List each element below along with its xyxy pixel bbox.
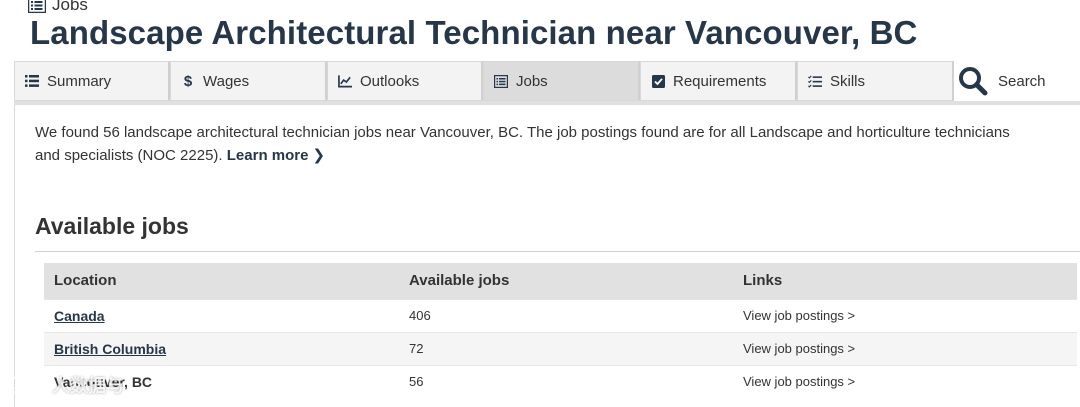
search-icon (958, 66, 988, 96)
learn-more-label: Learn more (226, 147, 309, 164)
table-row: Vancouver, BC 56 View job postings > (44, 364, 1077, 398)
available-jobs-count: 406 (399, 298, 733, 332)
search-label: Search (998, 72, 1046, 90)
breadcrumb: Jobs (28, 0, 88, 15)
tab-outlooks[interactable]: Outlooks (327, 61, 483, 101)
table-row: British Columbia 72 View job postings > (44, 331, 1077, 365)
tab-label: Requirements (673, 72, 767, 90)
table-row: Canada 406 View job postings > (44, 298, 1077, 332)
location-cell: Canada (44, 298, 399, 332)
list-icon (28, 0, 46, 13)
available-jobs-count: 56 (399, 364, 733, 398)
line-chart-icon (338, 74, 352, 88)
tab-label: Summary (47, 72, 112, 90)
column-header-available-jobs: Available jobs (399, 263, 733, 299)
tab-label: Skills (830, 72, 866, 90)
jobs-panel: We found 56 landscape architectural tech… (14, 105, 1080, 407)
location-link-canada[interactable]: Canada (54, 308, 105, 324)
links-cell: View job postings > (733, 298, 1077, 332)
page-title: Landscape Architectural Technician near … (30, 14, 918, 51)
tab-jobs[interactable]: Jobs (483, 61, 640, 101)
location-cell: British Columbia (44, 331, 399, 365)
list-icon (25, 74, 39, 88)
section-title: Available jobs (35, 213, 189, 239)
view-job-postings-link[interactable]: View job postings > (743, 374, 855, 389)
search-button[interactable]: Search (954, 61, 1080, 101)
tab-label: Wages (203, 72, 250, 90)
tab-requirements[interactable]: Requirements (640, 61, 797, 101)
breadcrumb-label: Jobs (52, 0, 88, 14)
chevron-right-icon: ❯ (312, 147, 326, 164)
available-jobs-count: 72 (399, 331, 733, 365)
location-link-british-columbia[interactable]: British Columbia (54, 341, 166, 357)
watermark-text: 人数据与 (52, 376, 124, 396)
divider (35, 251, 1080, 252)
column-header-location: Location (44, 263, 399, 299)
column-header-links: Links (733, 263, 1077, 299)
tab-summary[interactable]: Summary (14, 61, 170, 101)
tab-label: Outlooks (360, 72, 420, 90)
dollar-icon: $ (183, 72, 193, 90)
checkbox-icon (651, 74, 665, 88)
section-tabs: Summary $ Wages Outlooks Jobs Requiremen… (14, 61, 1080, 105)
view-job-postings-link[interactable]: View job postings > (743, 308, 855, 323)
available-jobs-table: Location Available jobs Links Canada 406… (44, 263, 1077, 398)
list-icon (494, 74, 508, 88)
checklist-icon (808, 74, 822, 88)
tab-wages[interactable]: $ Wages (170, 61, 327, 101)
links-cell: View job postings > (733, 364, 1077, 398)
table-header-row: Location Available jobs Links (44, 263, 1077, 299)
intro-paragraph: We found 56 landscape architectural tech… (35, 121, 1035, 167)
links-cell: View job postings > (733, 331, 1077, 365)
tab-label: Jobs (516, 72, 548, 90)
learn-more-link[interactable]: Learn more ❯ (227, 147, 325, 164)
watermark: 人数据与 (8, 372, 124, 398)
watermark-logo-icon (9, 376, 48, 394)
view-job-postings-link[interactable]: View job postings > (743, 341, 855, 356)
intro-text: We found 56 landscape architectural tech… (35, 124, 1010, 164)
tab-skills[interactable]: Skills (797, 61, 954, 101)
